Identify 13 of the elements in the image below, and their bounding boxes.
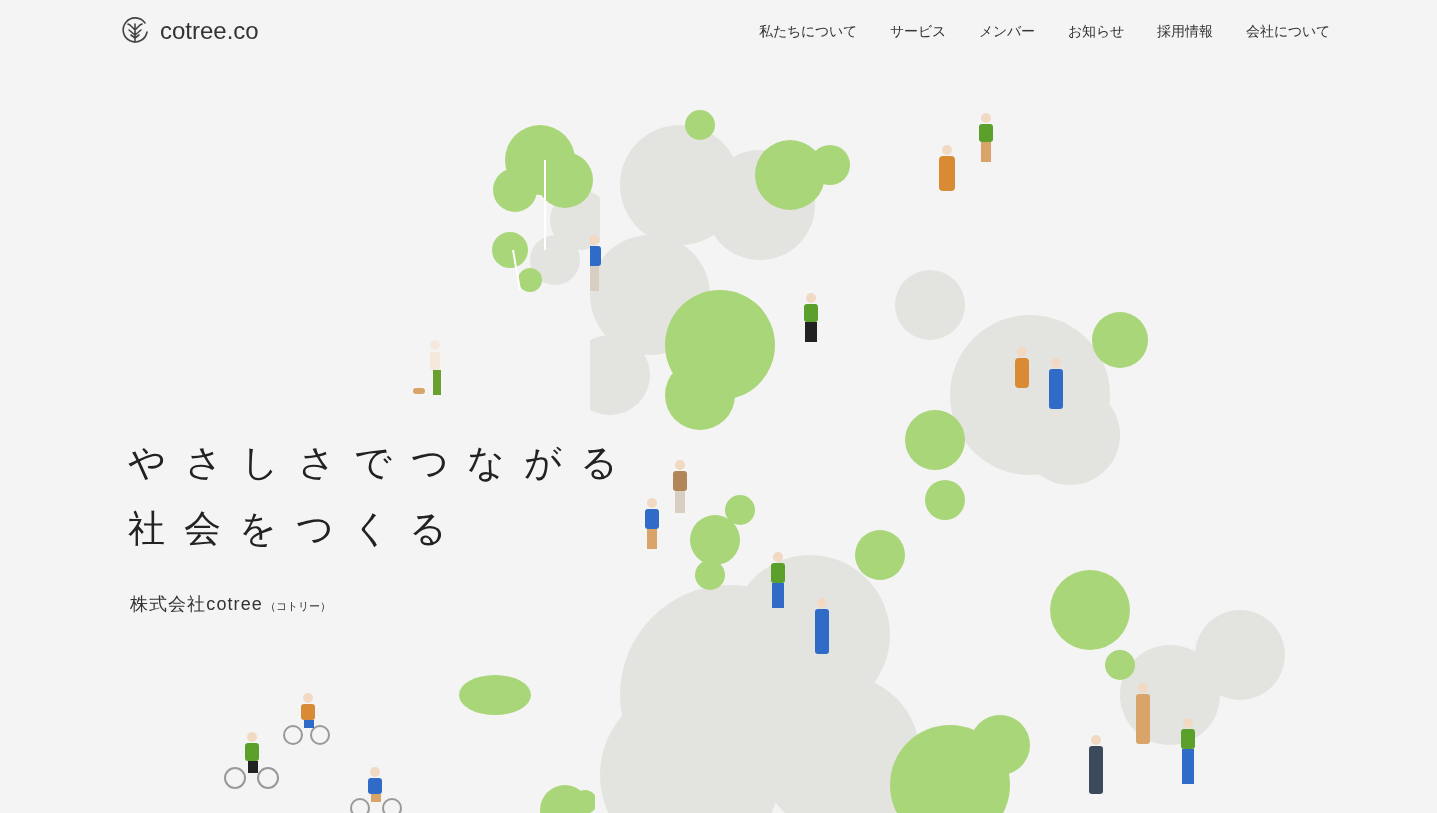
headline-text: 社会をつくる [128,507,466,551]
logo-link[interactable]: cotree.co [120,16,259,46]
tree-logo-icon [120,16,150,46]
nav-link[interactable]: お知らせ [1068,20,1124,42]
nav-link[interactable]: メンバー [979,20,1035,42]
nav-link[interactable]: 会社について [1246,20,1330,42]
nav-link[interactable]: 採用情報 [1157,20,1213,42]
nav-link[interactable]: 私たちについて [759,20,857,42]
logo-text: cotree.co [160,19,259,43]
nav-link[interactable]: サービス [890,20,946,42]
company-name: 株式会社cotree [130,593,263,616]
company-reading: （コトリー） [264,599,331,614]
headline-text: やさしさでつながる [128,441,637,485]
